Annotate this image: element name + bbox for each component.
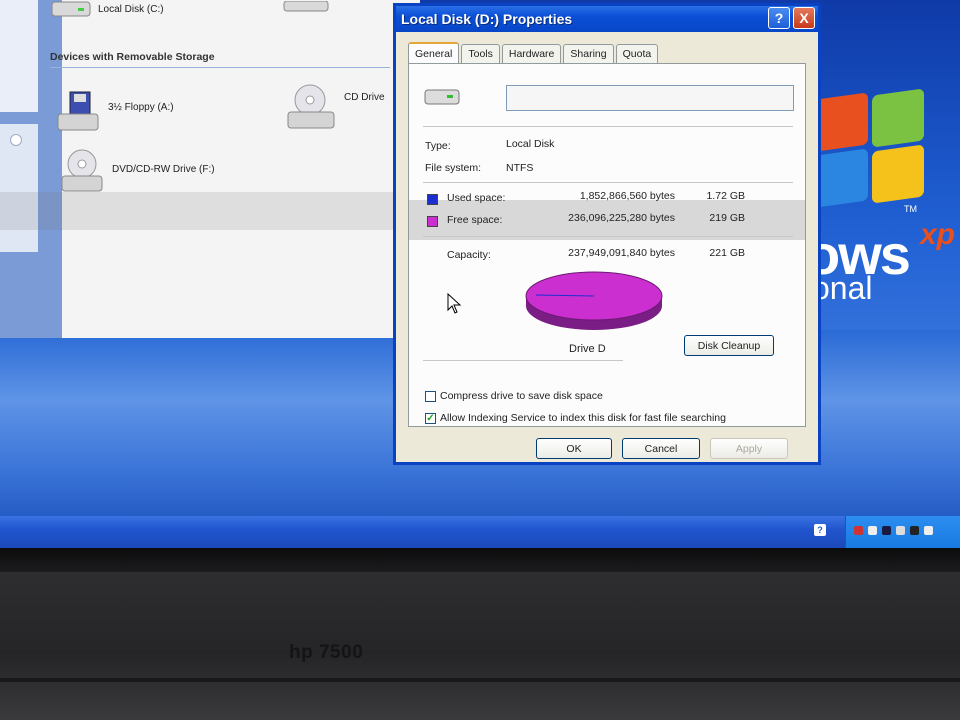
dialog-title: Local Disk (D:) Properties [401,11,573,27]
tab-quota[interactable]: Quota [615,44,659,63]
indexing-label: Allow Indexing Service to index this dis… [440,412,726,424]
monitor-bezel-edge [0,678,960,682]
compress-checkbox-row[interactable]: Compress drive to save disk space [425,390,603,402]
disk-usage-pie-chart [525,271,663,330]
hard-drive-icon [51,1,91,17]
help-button[interactable]: ? [768,7,790,29]
drive-item-label: Local Disk (C:) [98,3,164,15]
tab-hardware[interactable]: Hardware [501,44,562,63]
type-value: Local Disk [506,138,555,150]
used-space-swatch [427,194,438,205]
divider [423,360,623,361]
security-icon[interactable] [868,526,877,535]
tab-strip: General Tools Hardware Sharing Quota [408,42,660,64]
monitor-bezel-top [0,548,960,572]
pane-expand-icon[interactable] [10,134,22,146]
general-tab-panel: Type: Local Disk File system: NTFS Used … [408,63,806,427]
cd-drive-icon [287,84,335,129]
update-icon[interactable] [924,526,933,535]
wallpaper-edition-text: onal [812,270,873,306]
local-disk-icon [424,89,460,105]
dvd-drive-icon [61,149,103,192]
floppy-drive-icon [57,91,99,131]
apply-button[interactable]: Apply [710,438,788,459]
screen: TM ows xp onal Local Disk (C:) Devices w… [0,0,960,548]
system-tray [845,516,960,548]
file-system-label: File system: [425,162,482,174]
properties-dialog: Local Disk (D:) Properties ? X General T… [393,3,821,465]
my-computer-window: Local Disk (C:) Devices with Removable S… [0,0,420,338]
monitor-bezel [0,572,960,720]
volume-icon[interactable] [896,526,905,535]
help-icon[interactable]: ? [814,524,826,536]
monitor-brand-label: hp 7500 [289,642,364,663]
divider [423,236,793,237]
device-label: CD Drive [344,91,385,103]
section-divider [50,67,390,68]
device-item-floppy[interactable]: 3½ Floppy (A:) [56,90,174,134]
device-item-dvd[interactable]: DVD/CD-RW Drive (F:) [60,148,215,194]
file-system-value: NTFS [506,162,534,174]
dialog-titlebar[interactable]: Local Disk (D:) Properties ? X [396,6,818,32]
device-label: 3½ Floppy (A:) [108,101,174,113]
used-space-bytes: 1,852,866,560 bytes [579,190,675,202]
free-space-gb: 219 GB [709,212,745,224]
device-label: DVD/CD-RW Drive (F:) [112,163,215,175]
free-space-bytes: 236,096,225,280 bytes [568,212,675,224]
network-icon[interactable] [854,526,863,535]
capacity-gb: 221 GB [709,247,745,259]
indexing-checkbox[interactable]: ✓ [425,412,436,424]
type-label: Type: [425,140,451,152]
used-space-gb: 1.72 GB [706,190,745,202]
tab-tools[interactable]: Tools [461,44,500,63]
hard-drive-icon[interactable] [282,0,332,18]
drive-label: Drive D [569,343,606,355]
free-space-swatch [427,216,438,227]
indexing-checkbox-row[interactable]: ✓ Allow Indexing Service to index this d… [425,412,726,424]
cancel-button[interactable]: Cancel [622,438,700,459]
close-button[interactable]: X [793,7,815,29]
tab-general[interactable]: General [408,42,460,64]
tab-sharing[interactable]: Sharing [563,44,614,63]
device-icon[interactable] [910,526,919,535]
display-icon[interactable] [882,526,891,535]
divider [423,182,793,183]
drive-item-c[interactable]: Local Disk (C:) [50,0,164,18]
disk-cleanup-button[interactable]: Disk Cleanup [684,335,774,356]
device-item-cd[interactable]: CD Drive [286,82,385,132]
capacity-bytes: 237,949,091,840 bytes [568,247,675,259]
ok-button[interactable]: OK [536,438,612,459]
windows-flag-logo [812,88,932,222]
wallpaper-tm: TM [904,204,917,214]
divider [423,126,793,127]
volume-label-input[interactable] [506,85,794,111]
section-title: Devices with Removable Storage [50,51,215,63]
mouse-cursor-icon [447,293,462,314]
compress-checkbox[interactable] [425,390,436,402]
compress-label: Compress drive to save disk space [440,390,603,402]
wallpaper-xp-text: xp [920,218,956,251]
